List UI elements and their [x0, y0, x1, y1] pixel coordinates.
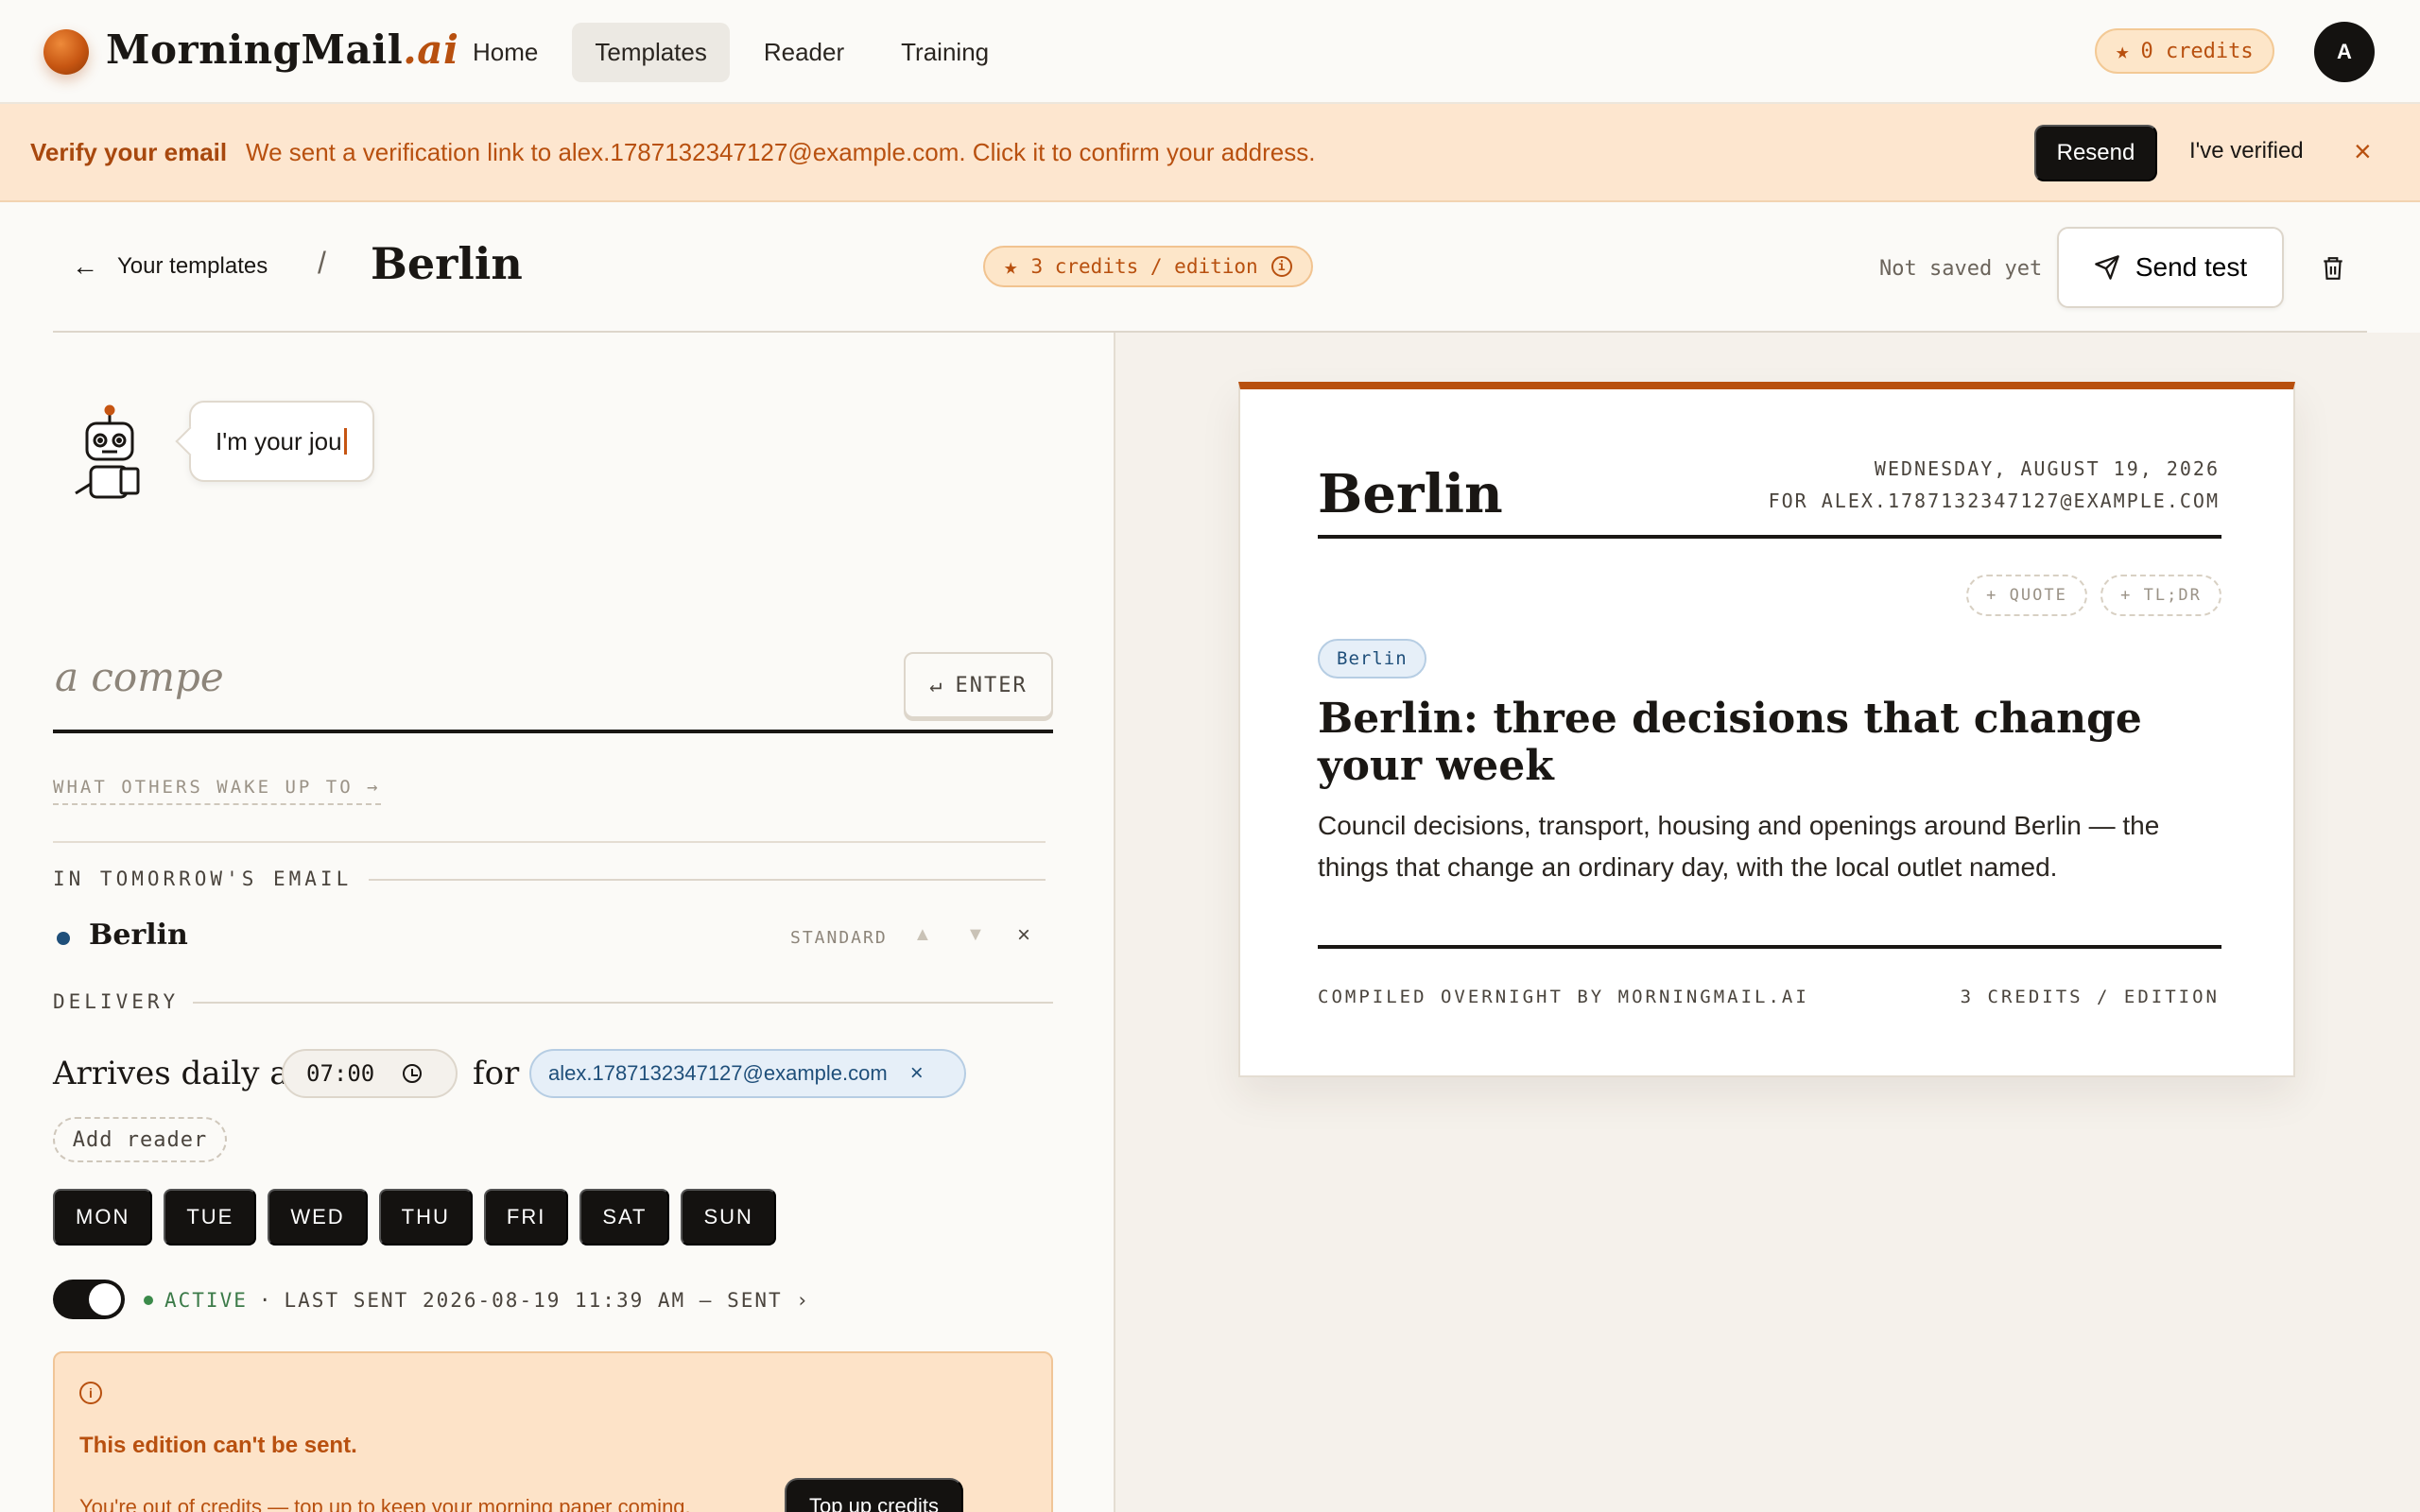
avatar[interactable]: A — [2314, 22, 2375, 82]
clock-icon — [403, 1064, 423, 1083]
recipient-email: alex.1787132347127@example.com — [548, 1061, 888, 1085]
verify-email-banner: Verify your email We sent a verification… — [0, 104, 2420, 202]
arrow-left-icon: ← — [72, 251, 98, 281]
star-icon: ★ — [2116, 38, 2130, 64]
topic-color-dot — [57, 932, 70, 945]
nav-templates[interactable]: Templates — [572, 23, 730, 82]
page-title: Berlin — [371, 238, 523, 289]
warning-title: This edition can't be sent. — [79, 1433, 357, 1458]
warning-text: You're out of credits — top up to keep y… — [79, 1495, 691, 1512]
brand-logo[interactable]: MorningMail.ai — [106, 26, 458, 73]
divider — [193, 1002, 1053, 1004]
divider — [369, 879, 1046, 881]
assistant-speech-bubble: I'm your jou — [189, 401, 374, 482]
preview-rule — [1318, 535, 2221, 539]
typing-caret — [343, 428, 347, 455]
assistant-text: I'm your jou — [216, 426, 342, 455]
send-test-button[interactable]: Send test — [2057, 227, 2284, 308]
send-icon — [2095, 255, 2119, 280]
preview-rule — [1318, 945, 2221, 949]
day-toggle-wed[interactable]: WED — [268, 1189, 368, 1246]
preview-headline: Berlin: three decisions that change your… — [1318, 695, 2142, 790]
last-sent-link[interactable]: LAST SENT 2026-08-19 11:39 AM — SENT › — [285, 1289, 810, 1312]
preview-title: Berlin — [1318, 463, 1503, 525]
add-tldr-button[interactable]: + TL;DR — [2100, 575, 2221, 616]
add-reader-button[interactable]: Add reader — [53, 1117, 227, 1162]
day-toggle-thu[interactable]: THU — [378, 1189, 473, 1246]
info-icon: i — [1270, 256, 1292, 277]
day-toggle-fri[interactable]: FRI — [483, 1189, 569, 1246]
status-dot — [144, 1296, 153, 1305]
active-label: ACTIVE — [164, 1289, 248, 1312]
main-nav: Home Templates Reader Training — [450, 23, 1011, 82]
edition-cost-badge[interactable]: ★ 3 credits / edition i — [983, 246, 1313, 287]
delivery-time-input[interactable]: 07:00 — [282, 1049, 458, 1098]
preview-date: WEDNESDAY, AUGUST 19, 2026 — [1874, 457, 2220, 480]
divider — [53, 841, 1046, 843]
editor-panel: I'm your jou a compe ↵ ENTER WHAT OTHERS… — [0, 333, 1114, 1512]
input-underline — [53, 730, 1053, 733]
topic-name: Berlin — [89, 919, 188, 952]
credits-label: 0 credits — [2140, 39, 2254, 63]
back-label: Your templates — [117, 253, 268, 279]
delivery-section-label: DELIVERY — [53, 990, 180, 1013]
status-separator: · — [258, 1289, 273, 1312]
logo-orb-icon — [43, 29, 89, 75]
preview-footer-credit: COMPILED OVERNIGHT BY MORNINGMAIL.AI — [1318, 987, 1809, 1007]
nav-home[interactable]: Home — [450, 23, 561, 82]
preview-summary: Council decisions, transport, housing an… — [1318, 811, 2160, 882]
enter-label: ENTER — [955, 673, 1028, 697]
email-preview-card: Berlin WEDNESDAY, AUGUST 19, 2026 FOR AL… — [1238, 382, 2295, 1077]
preview-topic-tag: Berlin — [1318, 639, 1426, 679]
move-down-icon[interactable]: ▼ — [966, 924, 985, 946]
active-toggle[interactable] — [53, 1280, 125, 1319]
enter-button[interactable]: ↵ ENTER — [904, 652, 1053, 718]
edition-cost-label: 3 credits / edition — [1030, 255, 1258, 278]
recipient-chip[interactable]: alex.1787132347127@example.com × — [529, 1049, 966, 1098]
nav-training[interactable]: Training — [878, 23, 1011, 82]
status-line: ACTIVE · LAST SENT 2026-08-19 11:39 AM —… — [144, 1289, 810, 1312]
page-header: ← Your templates / Berlin ★ 3 credits / … — [0, 204, 2420, 331]
save-status: Not saved yet — [1879, 257, 2043, 281]
brand-name: MorningMail — [106, 26, 404, 73]
credits-badge[interactable]: ★ 0 credits — [2095, 28, 2274, 74]
day-toggle-tue[interactable]: TUE — [164, 1189, 257, 1246]
tomorrow-section-label: IN TOMORROW'S EMAIL — [53, 868, 353, 890]
day-toggle-mon[interactable]: MON — [53, 1189, 153, 1246]
banner-title: Verify your email — [30, 138, 228, 166]
top-up-credits-button[interactable]: Top up credits — [785, 1478, 963, 1512]
top-navigation: MorningMail.ai Home Templates Reader Tra… — [0, 0, 2420, 104]
preview-recipient: FOR ALEX.1787132347127@EXAMPLE.COM — [1768, 490, 2220, 512]
info-icon: i — [79, 1382, 102, 1404]
resend-button[interactable]: Resend — [2034, 125, 2157, 181]
breadcrumb-separator: / — [318, 246, 326, 280]
delivery-days: MON TUE WED THU FRI SAT SUN — [53, 1189, 776, 1246]
for-label: for — [473, 1055, 520, 1092]
robot-assistant-icon — [75, 404, 140, 499]
nav-reader[interactable]: Reader — [741, 23, 867, 82]
move-up-icon[interactable]: ▲ — [913, 924, 932, 946]
topic-input[interactable]: a compe — [55, 654, 224, 700]
preview-footer-cost: 3 CREDITS / EDITION — [1960, 987, 2220, 1007]
delivery-time-value: 07:00 — [306, 1060, 375, 1087]
verified-button[interactable]: I've verified — [2189, 138, 2304, 164]
day-toggle-sun[interactable]: SUN — [681, 1189, 776, 1246]
arrives-daily-label: Arrives daily at — [53, 1055, 302, 1092]
send-test-label: Send test — [2135, 252, 2248, 282]
back-to-templates-link[interactable]: ← Your templates — [72, 251, 268, 282]
star-icon: ★ — [1004, 253, 1018, 280]
trash-icon[interactable] — [2316, 251, 2350, 285]
close-icon[interactable]: × — [2354, 134, 2372, 169]
what-others-wake-up-to-link[interactable]: WHAT OTHERS WAKE UP TO → — [53, 777, 381, 805]
remove-recipient-icon[interactable]: × — [910, 1060, 924, 1087]
day-toggle-sat[interactable]: SAT — [579, 1189, 670, 1246]
out-of-credits-warning: i This edition can't be sent. You're out… — [53, 1351, 1053, 1512]
topic-mode-label[interactable]: STANDARD — [790, 928, 888, 948]
banner-message: We sent a verification link to alex.1787… — [246, 138, 1316, 166]
return-icon: ↵ — [929, 673, 944, 697]
remove-topic-icon[interactable]: × — [1017, 922, 1030, 949]
add-quote-button[interactable]: + QUOTE — [1966, 575, 2087, 616]
